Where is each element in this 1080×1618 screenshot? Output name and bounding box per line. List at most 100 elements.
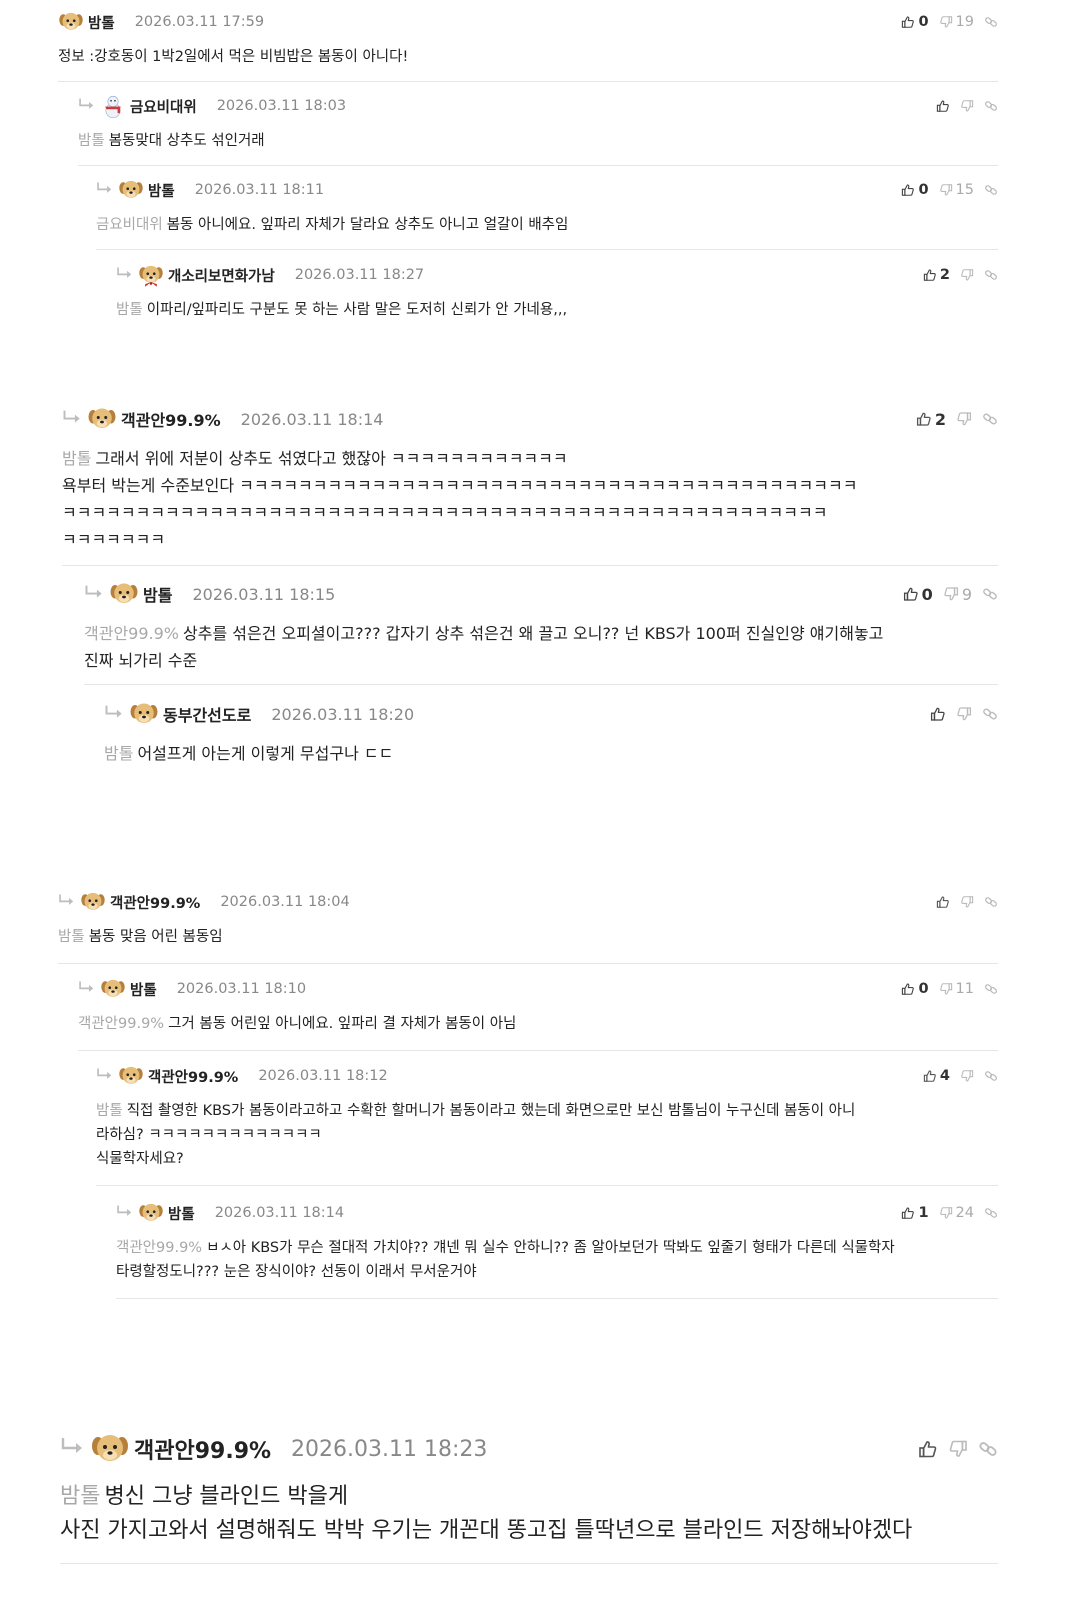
mention-link[interactable]: 밤톨	[104, 744, 133, 763]
avatar[interactable]	[80, 889, 106, 915]
author-nickname[interactable]: 밤톨	[88, 12, 115, 33]
downvote-count: 19	[955, 14, 974, 30]
upvote-button[interactable]: 2	[923, 267, 950, 283]
avatar[interactable]	[100, 93, 126, 119]
mention-link[interactable]: 객관안99.9%	[84, 624, 179, 643]
upvote-count: 0	[918, 14, 929, 30]
comment-timestamp: 2026.03.11 18:23	[291, 1436, 488, 1462]
author-nickname[interactable]: 객관안99.9%	[148, 1066, 238, 1087]
comment-line: 정보 :강호동이 1박2일에서 먹은 비빔밥은 봄동이 아니다!	[58, 45, 998, 69]
upvote-button[interactable]: 0	[901, 182, 929, 198]
avatar[interactable]	[129, 699, 159, 729]
avatar[interactable]	[58, 9, 84, 35]
mention-link[interactable]: 밤톨	[58, 929, 85, 945]
downvote-count: 11	[955, 981, 974, 997]
upvote-button[interactable]	[930, 706, 946, 722]
downvote-button[interactable]	[960, 99, 974, 113]
downvote-count: 15	[955, 182, 974, 198]
author-nickname[interactable]: 금요비대위	[130, 96, 197, 117]
upvote-button[interactable]	[918, 1439, 938, 1459]
comment-header: 밤톨 2026.03.11 17:59 0 19	[58, 8, 998, 36]
comment-text: 봄동 아니에요. 잎파리 자체가 달라요 상추도 아니고 얼갈이 배추임	[166, 217, 569, 233]
mention-link[interactable]: 밤톨	[60, 1484, 100, 1509]
mention-link[interactable]: 밤톨	[78, 133, 105, 149]
share-link-button[interactable]	[984, 183, 998, 197]
avatar[interactable]	[118, 1063, 144, 1089]
avatar[interactable]	[138, 1200, 164, 1226]
comment-actions: 1 24	[891, 1199, 998, 1227]
share-link-button[interactable]	[984, 1069, 998, 1083]
upvote-button[interactable]: 0	[901, 14, 929, 30]
author-nickname[interactable]: 객관안99.9%	[134, 1433, 271, 1465]
upvote-button[interactable]: 1	[901, 1205, 929, 1221]
reply-comment-3: 밤톨 2026.03.11 18:11 0 15 금요비대위 봄동 아니에요. 잎파리 자…	[96, 176, 998, 250]
share-link-button[interactable]	[982, 706, 998, 722]
comment-line: 타령할정도니??? 눈은 장식이야? 선동이 이래서 무서운거야	[116, 1260, 998, 1284]
upvote-button[interactable]	[936, 99, 950, 113]
reply-arrow-icon	[78, 980, 96, 998]
share-link-button[interactable]	[984, 982, 998, 996]
comment-actions: 4	[913, 1062, 998, 1090]
comment-actions	[920, 698, 998, 730]
share-link-button[interactable]	[982, 411, 998, 427]
reply-comment-5: 객관안99.9% 2026.03.11 18:14 2 밤톨 그래서 위에 저분이 상추…	[62, 403, 998, 566]
author-nickname[interactable]: 객관안99.9%	[110, 892, 200, 913]
comment-line: 밤톨 병신 그냥 블라인드 박을게	[60, 1480, 998, 1514]
upvote-button[interactable]: 0	[901, 981, 929, 997]
downvote-button[interactable]: 9	[943, 585, 972, 604]
mention-link[interactable]: 객관안99.9%	[116, 1240, 202, 1256]
downvote-button[interactable]	[948, 1439, 968, 1459]
avatar[interactable]	[118, 177, 144, 203]
author-nickname[interactable]: 객관안99.9%	[121, 407, 221, 431]
upvote-button[interactable]	[936, 895, 950, 909]
reply-arrow-icon	[60, 1436, 86, 1462]
author-nickname[interactable]: 밤톨	[130, 979, 157, 1000]
downvote-button[interactable]: 24	[939, 1205, 974, 1221]
upvote-count: 2	[939, 267, 950, 283]
comment-timestamp: 2026.03.11 18:12	[258, 1068, 388, 1084]
share-link-button[interactable]	[984, 15, 998, 29]
comment-text: ㅋㅋㅋㅋㅋㅋㅋ	[62, 530, 166, 549]
upvote-button[interactable]: 0	[903, 585, 933, 604]
author-nickname[interactable]: 밤톨	[148, 180, 175, 201]
reply-comment-7: 동부간선도로 2026.03.11 18:20 밤톨 어설프게 아는게 이렇게 무섭구…	[104, 698, 998, 768]
avatar[interactable]	[90, 1429, 130, 1469]
avatar[interactable]	[138, 262, 164, 288]
share-link-button[interactable]	[982, 586, 998, 602]
mention-link[interactable]: 금요비대위	[96, 217, 163, 233]
downvote-button[interactable]: 15	[939, 182, 974, 198]
share-link-button[interactable]	[984, 268, 998, 282]
author-nickname[interactable]: 밤톨	[143, 582, 172, 606]
comment-line: 식물학자세요?	[96, 1147, 998, 1171]
upvote-button[interactable]: 4	[923, 1068, 950, 1084]
comment-header: 밤톨 2026.03.11 18:10 0 11	[78, 975, 998, 1003]
avatar[interactable]	[87, 404, 117, 434]
comment-line: 사진 가지고와서 설명해줘도 박박 우기는 개꼰대 똥고집 틀딱년으로 블라인드…	[60, 1514, 998, 1548]
downvote-button[interactable]	[960, 268, 974, 282]
avatar[interactable]	[100, 976, 126, 1002]
mention-link[interactable]: 밤톨	[62, 449, 91, 468]
comment-line: 객관안99.9% 상추를 섞은건 오피셜이고??? 갑자기 상추 섞은건 왜 끌고…	[84, 620, 998, 647]
mention-link[interactable]: 밤톨	[96, 1103, 123, 1119]
share-link-button[interactable]	[984, 99, 998, 113]
author-nickname[interactable]: 밤톨	[168, 1203, 195, 1224]
share-link-button[interactable]	[984, 1206, 998, 1220]
comment-body: 객관안99.9% ㅂㅅ아 KBS가 무슨 절대적 가치야?? 걔넨 뭐 실수 안하…	[116, 1236, 998, 1284]
reply-arrow-icon	[104, 704, 125, 724]
author-nickname[interactable]: 개소리보면화가남	[168, 265, 275, 286]
upvote-button[interactable]: 2	[916, 410, 946, 429]
comment-text: 라하심? ㅋㅋㅋㅋㅋㅋㅋㅋㅋㅋㅋㅋㅋ	[96, 1127, 322, 1143]
mention-link[interactable]: 객관안99.9%	[78, 1016, 164, 1032]
downvote-button[interactable]	[956, 411, 972, 427]
downvote-button[interactable]	[956, 706, 972, 722]
downvote-button[interactable]: 11	[939, 981, 974, 997]
downvote-button[interactable]	[960, 1069, 974, 1083]
author-nickname[interactable]: 동부간선도로	[163, 702, 251, 726]
comment-line: 욕부터 박는게 수준보인다 ㅋㅋㅋㅋㅋㅋㅋㅋㅋㅋㅋㅋㅋㅋㅋㅋㅋㅋㅋㅋㅋㅋㅋㅋㅋㅋ…	[62, 472, 998, 499]
avatar[interactable]	[109, 579, 139, 609]
downvote-button[interactable]: 19	[939, 14, 974, 30]
downvote-button[interactable]	[960, 895, 974, 909]
share-link-button[interactable]	[984, 895, 998, 909]
mention-link[interactable]: 밤톨	[116, 302, 143, 318]
share-link-button[interactable]	[978, 1439, 998, 1459]
